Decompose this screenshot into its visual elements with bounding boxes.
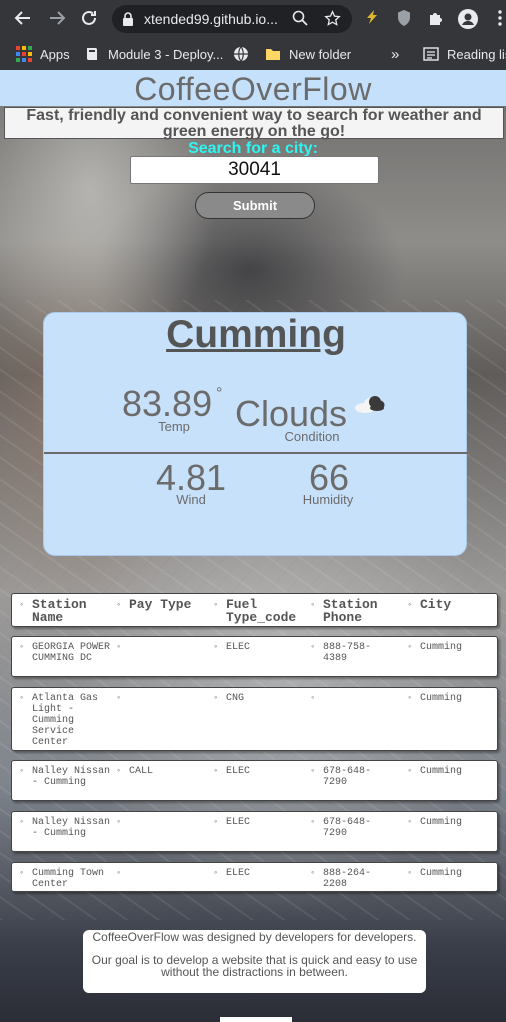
temp-unit: ° <box>216 385 223 402</box>
reload-icon[interactable] <box>78 8 100 30</box>
table-row: ◦ GEORGIA POWER CUMMING DC ◦ ◦ ELEC ◦ 888-7… <box>11 636 498 677</box>
folder-icon <box>266 49 280 60</box>
browser-toolbar: xtended99.github.io... <box>0 0 506 38</box>
zoom-icon[interactable] <box>292 10 308 30</box>
fuel-type: ◦ ELEC <box>213 868 251 879</box>
footer-line: CoffeeOverFlow was designed by developer… <box>92 930 417 944</box>
puzzle-extensions-icon[interactable] <box>426 9 446 29</box>
apps-grid-icon <box>16 46 32 62</box>
wind-label: Wind <box>176 492 206 507</box>
profile-avatar-icon[interactable] <box>458 9 478 29</box>
cloud-sun-icon <box>355 396 385 413</box>
table-row: ◦ Cumming Town Center ◦ ◦ ELEC ◦ 888-264-22… <box>11 862 498 892</box>
fuel-type: ◦ ELEC <box>213 817 251 828</box>
station-city: ◦ Cumming <box>407 868 463 879</box>
site-tagline: Fast, friendly and convenient way to sea… <box>4 107 504 140</box>
address-bar[interactable]: xtended99.github.io... <box>112 5 352 33</box>
lock-icon[interactable] <box>122 11 134 27</box>
footer-line: Our goal is to develop a website that is… <box>91 953 418 979</box>
url-text[interactable]: xtended99.github.io... <box>144 11 278 27</box>
station-city: ◦ Cumming <box>407 642 463 653</box>
fuel-type: ◦ CNG <box>213 693 245 704</box>
shield-extension-icon[interactable] <box>394 9 414 29</box>
table-row: ◦ Atlanta Gas Light - Cumming Service Cen… <box>11 687 498 751</box>
forward-arrow-icon[interactable] <box>46 8 68 30</box>
station-name: ◦ Nalley Nissan - Cumming <box>19 817 111 839</box>
footer-about: CoffeeOverFlow was designed by developer… <box>83 930 426 993</box>
column-header: ◦ Station Phone <box>310 597 378 625</box>
table-row: ◦ Nalley Nissan - Cumming ◦ CALL ◦ ELEC ◦ 67… <box>11 760 498 801</box>
station-city: ◦ Cumming <box>407 817 463 828</box>
column-header: ◦ Station Name <box>19 597 87 625</box>
globe-icon <box>234 46 248 62</box>
station-phone: ◦ 678-648-7290 <box>310 817 372 839</box>
bookmark-label: Apps <box>40 46 70 62</box>
station-city: ◦ Cumming <box>407 693 463 704</box>
page-content: CoffeeOverFlow Fast, friendly and conven… <box>0 70 506 1022</box>
weather-card: Cumming 83.89 ° Temp Clouds Condition 4.… <box>43 312 468 556</box>
humidity-label: Humidity <box>302 492 354 507</box>
bookmark-reading-list[interactable]: Reading list <box>423 44 506 64</box>
station-phone: ◦ 678-648-7290 <box>310 766 372 788</box>
column-header: ◦ City <box>407 597 452 612</box>
bookmark-globe[interactable] <box>233 44 257 64</box>
pay-type: ◦ CALL <box>116 766 154 777</box>
station-phone: ◦ 888-264-2208 <box>310 868 372 890</box>
back-arrow-icon[interactable] <box>12 8 34 30</box>
bookmark-label: Reading list <box>447 46 506 62</box>
star-bookmark-icon[interactable] <box>324 10 341 31</box>
browser-chrome: xtended99.github.io... Apps Module 3 - D… <box>0 0 506 70</box>
condition-label: Condition <box>284 429 340 444</box>
city-search-input[interactable] <box>130 156 379 184</box>
bookmark-label: New folder <box>289 46 352 62</box>
kebab-menu-icon[interactable] <box>490 9 506 29</box>
temp-label: Temp <box>158 419 190 434</box>
submit-button[interactable]: Submit <box>195 192 315 219</box>
station-name: ◦ Nalley Nissan - Cumming <box>19 766 111 788</box>
station-phone: ◦ 888-758-4389 <box>310 642 372 664</box>
footer-tab <box>220 1017 292 1022</box>
fuel-type: ◦ ELEC <box>213 642 251 653</box>
lightning-extension-icon[interactable] <box>362 9 382 29</box>
bookmarks-bar: Apps Module 3 - Deploy... New folder » R… <box>0 38 506 70</box>
bookmark-module-3[interactable]: Module 3 - Deploy... <box>84 44 223 64</box>
column-header: ◦ Fuel Type_code <box>213 597 297 625</box>
fuel-type: ◦ ELEC <box>213 766 251 777</box>
station-city: ◦ Cumming <box>407 766 463 777</box>
station-name: ◦ Cumming Town Center <box>19 868 105 890</box>
site-header: CoffeeOverFlow <box>0 70 506 107</box>
station-name: ◦ Atlanta Gas Light - Cumming Service Cen… <box>19 693 99 748</box>
site-title: CoffeeOverFlow <box>134 71 372 107</box>
book-icon <box>87 48 97 60</box>
station-name: ◦ GEORGIA POWER CUMMING DC <box>19 642 111 664</box>
bookmark-label: Module 3 - Deploy... <box>108 46 224 62</box>
table-row: ◦ Nalley Nissan - Cumming ◦ ◦ ELEC ◦ 678-64… <box>11 811 498 852</box>
more-bookmarks-chevron-icon[interactable]: » <box>391 44 399 64</box>
bookmark-new-folder[interactable]: New folder <box>265 44 351 64</box>
bookmark-apps[interactable]: Apps <box>16 44 70 64</box>
table-header-row: ◦ Station Name ◦ Pay Type ◦ Fuel Type_code … <box>11 593 498 627</box>
column-header: ◦ Pay Type <box>116 597 192 612</box>
city-name: Cumming <box>166 313 346 356</box>
card-divider <box>44 452 468 454</box>
reading-list-icon <box>423 47 439 61</box>
